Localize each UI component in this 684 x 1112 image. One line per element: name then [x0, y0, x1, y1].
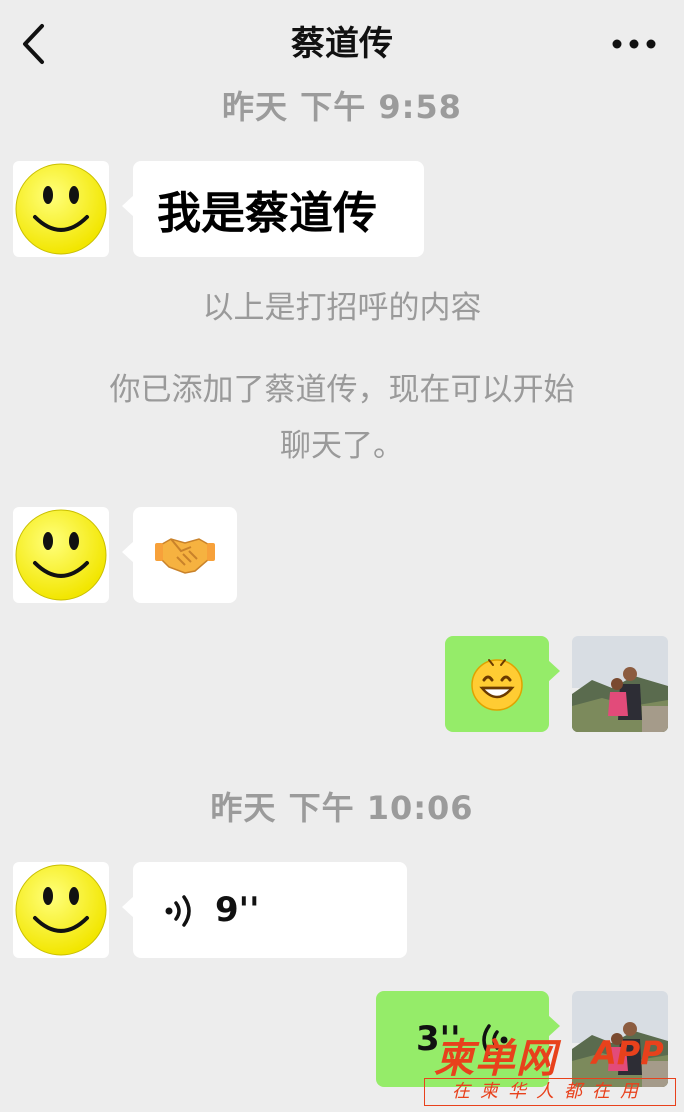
contact-avatar[interactable]: [13, 862, 109, 958]
message-bubble-greeting[interactable]: 我是蔡道传: [122, 161, 424, 257]
voice-duration: 9'': [215, 890, 260, 930]
watermark-brand: 柬单网: [434, 1036, 557, 1082]
grinning-emoji: [471, 659, 523, 711]
my-avatar[interactable]: [572, 636, 668, 732]
timestamp: 昨天 下午 10:06: [210, 789, 474, 827]
smiley-face-icon: [15, 864, 107, 956]
smiley-face-icon: [15, 163, 107, 255]
message-bubble-grin[interactable]: [445, 636, 560, 732]
watermark-logo: 柬单网 APP 在柬华人都在用: [424, 1022, 680, 1108]
watermark-app: APP: [592, 1034, 664, 1072]
system-message: 以上是打招呼的内容: [202, 290, 482, 326]
message-bubble-handshake[interactable]: [122, 507, 237, 603]
contact-avatar[interactable]: [13, 161, 109, 257]
chat-title: 蔡道传: [291, 24, 393, 64]
message-text: 我是蔡道传: [157, 188, 377, 239]
more-button[interactable]: [604, 26, 664, 62]
photo-avatar-icon: [572, 636, 668, 732]
voice-wave-icon: [165, 895, 191, 927]
contact-avatar[interactable]: [13, 507, 109, 603]
voice-message-incoming[interactable]: 9'': [122, 862, 407, 958]
watermark-slogan: 在柬华人都在用: [424, 1078, 676, 1106]
timestamp: 昨天 下午 9:58: [222, 88, 462, 126]
handshake-emoji: [155, 538, 215, 574]
nav-bar: 蔡道传: [0, 0, 684, 84]
smiley-face-icon: [15, 509, 107, 601]
system-message-line: 你已添加了蔡道传，现在可以开始: [109, 372, 575, 408]
system-message-line: 聊天了。: [280, 428, 404, 464]
more-dots-icon: [612, 39, 656, 49]
